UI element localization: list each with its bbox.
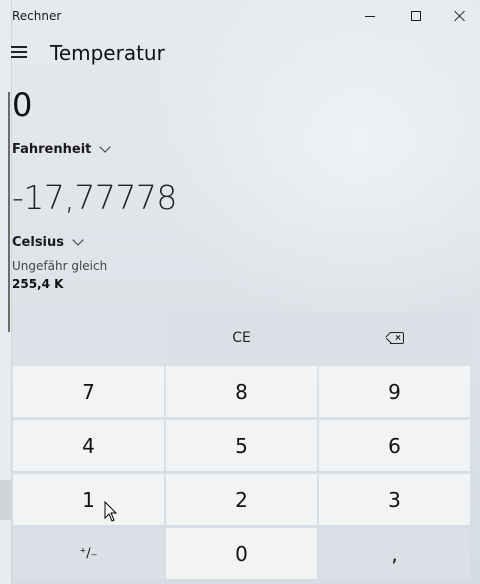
negate-button[interactable]: ⁺∕₋ [13,528,164,579]
close-icon [454,10,466,22]
maximize-button[interactable] [393,0,439,32]
digit-2-button[interactable]: 2 [166,474,317,525]
output-value[interactable]: -17,77778 [12,178,177,217]
digit-5-button[interactable]: 5 [166,420,317,471]
approx-label: Ungefähr gleich [12,259,108,273]
maximize-icon [411,11,421,21]
scrollbar-thumb[interactable] [8,92,10,332]
digit-4-button[interactable]: 4 [13,420,164,471]
approx-value: 255,4 K [12,277,64,291]
title-bar: Rechner [0,0,480,32]
digit-1-button[interactable]: 1 [13,474,164,525]
output-unit-label: Celsius [12,234,64,250]
digit-3-button[interactable]: 3 [319,474,470,525]
left-panel-strip [0,0,12,584]
minimize-button[interactable] [347,0,393,32]
backspace-button[interactable] [319,312,470,363]
panel-hover-highlight [0,480,12,520]
hamburger-icon[interactable] [11,46,27,58]
output-unit-dropdown[interactable]: Celsius [12,232,84,252]
close-button[interactable] [439,0,480,32]
ce-button[interactable]: CE [166,312,317,363]
minimize-icon [365,15,375,17]
chevron-down-icon [99,141,112,153]
digit-6-button[interactable]: 6 [319,420,470,471]
calculator-window: Rechner Temperatur 0 Fahrenheit -17,7777… [0,0,480,584]
mode-title: Temperatur [50,41,165,65]
chevron-down-icon [72,234,84,246]
mouse-cursor-icon [104,501,118,522]
digit-9-button[interactable]: 9 [319,366,470,417]
input-unit-dropdown[interactable]: Fahrenheit [12,139,112,159]
digit-8-button[interactable]: 8 [166,366,317,417]
window-title: Rechner [12,9,62,23]
input-value[interactable]: 0 [12,86,32,124]
backspace-icon [385,331,404,344]
decimal-separator-button[interactable]: , [319,528,470,579]
digit-7-button[interactable]: 7 [13,366,164,417]
input-unit-label: Fahrenheit [12,141,92,157]
digit-0-button[interactable]: 0 [166,528,317,579]
